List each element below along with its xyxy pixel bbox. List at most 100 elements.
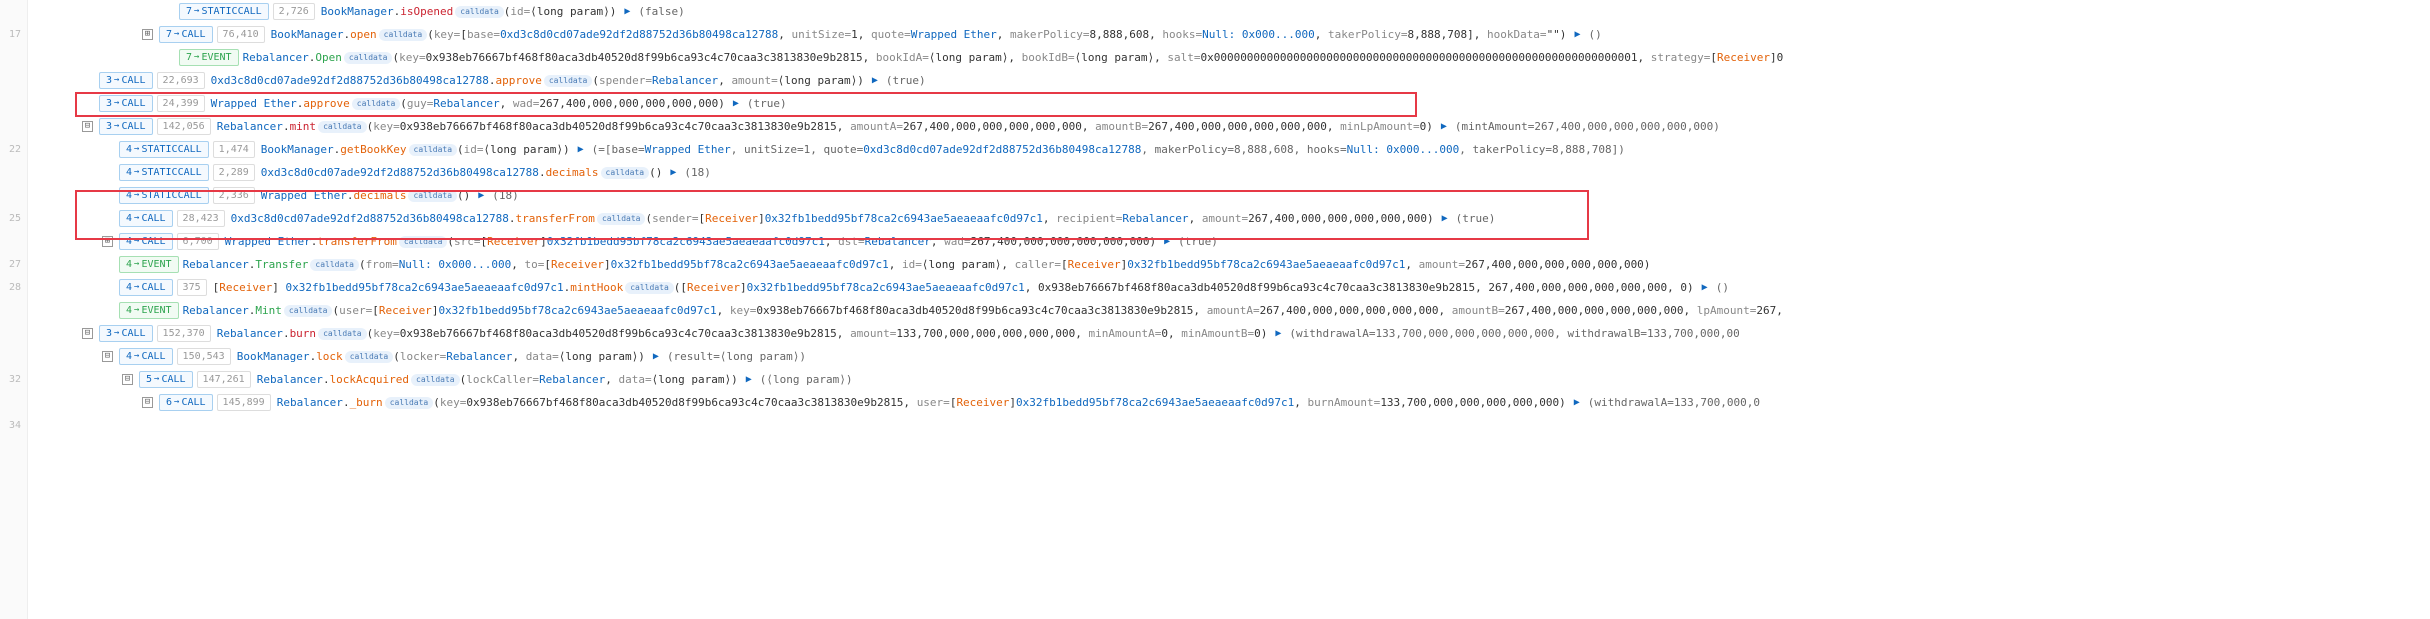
- calldata-badge[interactable]: calldata: [601, 167, 650, 179]
- step-icon[interactable]: ▶: [1442, 207, 1448, 230]
- step-icon[interactable]: ▶: [578, 138, 584, 161]
- step-icon[interactable]: ▶: [670, 161, 676, 184]
- calldata-badge[interactable]: calldata: [344, 52, 393, 64]
- address-link[interactable]: Rebalancer: [446, 350, 512, 363]
- address-link[interactable]: 0xd3c8d0cd07ade92df2d88752d36b80498ca127…: [231, 212, 509, 225]
- address-link[interactable]: 0x32fb1bedd95bf78ca2c6943ae5aeaeaafc0d97…: [1127, 258, 1405, 271]
- param-key: key=: [730, 304, 757, 317]
- calldata-badge[interactable]: calldata: [409, 144, 458, 156]
- address-link[interactable]: 0x32fb1bedd95bf78ca2c6943ae5aeaeaafc0d97…: [547, 235, 825, 248]
- step-icon[interactable]: ▶: [1441, 115, 1447, 138]
- call-signature: BookManager.getBookKeycalldata(id=⟨long …: [261, 138, 570, 161]
- address-link[interactable]: Null: 0x000...000: [399, 258, 512, 271]
- address-link[interactable]: Rebalancer: [217, 120, 283, 133]
- param-key: data=: [526, 350, 559, 363]
- method-name: decimals: [354, 189, 407, 202]
- address-link[interactable]: Wrapped Ether: [211, 97, 297, 110]
- calldata-badge[interactable]: calldata: [284, 305, 333, 317]
- expand-icon[interactable]: ⊞: [102, 236, 113, 247]
- calldata-badge[interactable]: calldata: [345, 351, 394, 363]
- method-name: mint: [290, 120, 317, 133]
- call-type-badge: 4 → STATICCALL: [119, 164, 209, 181]
- param-key: salt=: [1167, 51, 1200, 64]
- address-link[interactable]: 0x32fb1bedd95bf78ca2c6943ae5aeaeaafc0d97…: [438, 304, 716, 317]
- call-type-badge: 4 → CALL: [119, 279, 173, 296]
- calldata-badge[interactable]: calldata: [408, 190, 457, 202]
- address-link[interactable]: BookManager: [271, 28, 344, 41]
- step-icon[interactable]: ▶: [1574, 23, 1580, 46]
- step-icon[interactable]: ▶: [1574, 391, 1580, 414]
- line-number: 17: [0, 23, 27, 46]
- address-link[interactable]: Rebalancer: [1122, 212, 1188, 225]
- calldata-badge[interactable]: calldata: [310, 259, 359, 271]
- address-link[interactable]: Wrapped Ether: [225, 235, 311, 248]
- calldata-badge[interactable]: calldata: [318, 328, 367, 340]
- address-link[interactable]: Rebalancer: [652, 74, 718, 87]
- method-name: transferFrom: [317, 235, 396, 248]
- address-link[interactable]: Rebalancer: [183, 258, 249, 271]
- address-link[interactable]: 0x32fb1bedd95bf78ca2c6943ae5aeaeaafc0d97…: [765, 212, 1043, 225]
- calldata-badge[interactable]: calldata: [411, 374, 460, 386]
- collapse-icon[interactable]: ⊟: [102, 351, 113, 362]
- address-link[interactable]: Rebalancer: [277, 396, 343, 409]
- calldata-badge[interactable]: calldata: [379, 29, 428, 41]
- address-link[interactable]: Null: 0x000...000: [1347, 143, 1460, 156]
- step-icon[interactable]: ▶: [624, 0, 630, 23]
- param-key: amount=: [731, 74, 777, 87]
- address-link[interactable]: Rebalancer: [243, 51, 309, 64]
- return-value: (mintAmount=267,400,000,000,000,000,000): [1455, 115, 1720, 138]
- address-link[interactable]: Rebalancer: [183, 304, 249, 317]
- call-type-badge: 3 → CALL: [99, 95, 153, 112]
- line-number: [0, 299, 27, 322]
- collapse-icon[interactable]: ⊟: [82, 328, 93, 339]
- calldata-badge[interactable]: calldata: [544, 75, 593, 87]
- address-link[interactable]: 0x32fb1bedd95bf78ca2c6943ae5aeaeaafc0d97…: [747, 281, 1025, 294]
- calldata-badge[interactable]: calldata: [352, 98, 401, 110]
- calldata-badge[interactable]: calldata: [385, 397, 434, 409]
- address-link[interactable]: 0xd3c8d0cd07ade92df2d88752d36b80498ca127…: [863, 143, 1141, 156]
- address-link[interactable]: BookManager: [261, 143, 334, 156]
- event-name: Open: [315, 51, 342, 64]
- calldata-badge[interactable]: calldata: [318, 121, 367, 133]
- return-value: (true): [747, 92, 787, 115]
- address-link[interactable]: BookManager: [321, 5, 394, 18]
- collapse-icon[interactable]: ⊟: [122, 374, 133, 385]
- step-icon[interactable]: ▶: [1702, 276, 1708, 299]
- step-icon[interactable]: ▶: [1275, 322, 1281, 345]
- step-icon[interactable]: ▶: [1164, 230, 1170, 253]
- address-link[interactable]: 0xd3c8d0cd07ade92df2d88752d36b80498ca127…: [500, 28, 778, 41]
- step-icon[interactable]: ▶: [478, 184, 484, 207]
- param-key: wad=: [944, 235, 971, 248]
- param-key: key=: [399, 51, 426, 64]
- step-icon[interactable]: ▶: [746, 368, 752, 391]
- address-link[interactable]: 0xd3c8d0cd07ade92df2d88752d36b80498ca127…: [261, 166, 539, 179]
- step-icon[interactable]: ▶: [733, 92, 739, 115]
- address-link[interactable]: 0x32fb1bedd95bf78ca2c6943ae5aeaeaafc0d97…: [611, 258, 889, 271]
- address-link[interactable]: Null: 0x000...000: [1202, 28, 1315, 41]
- collapse-icon[interactable]: ⊟: [142, 397, 153, 408]
- calldata-badge[interactable]: calldata: [455, 6, 504, 18]
- address-link[interactable]: 0x32fb1bedd95bf78ca2c6943ae5aeaeaafc0d97…: [1016, 396, 1294, 409]
- line-number: [0, 92, 27, 115]
- address-link[interactable]: Wrapped Ether: [261, 189, 347, 202]
- calldata-badge[interactable]: calldata: [399, 236, 448, 248]
- address-link[interactable]: BookManager: [237, 350, 310, 363]
- collapse-icon[interactable]: ⊟: [82, 121, 93, 132]
- param-key: data=: [619, 373, 652, 386]
- address-link[interactable]: 0xd3c8d0cd07ade92df2d88752d36b80498ca127…: [211, 74, 489, 87]
- calldata-badge[interactable]: calldata: [597, 213, 646, 225]
- address-link[interactable]: Wrapped Ether: [911, 28, 997, 41]
- expand-icon[interactable]: ⊞: [142, 29, 153, 40]
- address-link[interactable]: 0x32fb1bedd95bf78ca2c6943ae5aeaeaafc0d97…: [285, 281, 563, 294]
- param-key: burnAmount=: [1307, 396, 1380, 409]
- address-link[interactable]: Rebalancer: [257, 373, 323, 386]
- step-icon[interactable]: ▶: [653, 345, 659, 368]
- call-type-badge: 6 → CALL: [159, 394, 213, 411]
- address-link[interactable]: Rebalancer: [433, 97, 499, 110]
- address-link[interactable]: Wrapped Ether: [645, 143, 731, 156]
- address-link[interactable]: Rebalancer: [865, 235, 931, 248]
- calldata-badge[interactable]: calldata: [625, 282, 674, 294]
- step-icon[interactable]: ▶: [872, 69, 878, 92]
- address-link[interactable]: Rebalancer: [217, 327, 283, 340]
- address-link[interactable]: Rebalancer: [539, 373, 605, 386]
